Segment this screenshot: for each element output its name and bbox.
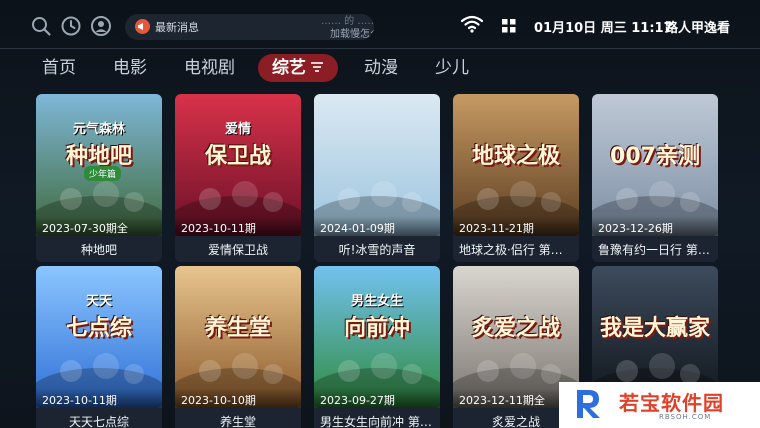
poster-subtitle: 爱情 — [224, 122, 251, 137]
poster-subtitle: 元气森林 — [72, 122, 125, 137]
episode-date: 2024-01-09期 — [314, 216, 440, 236]
datetime: 01月10日 周三 11:17 — [534, 21, 673, 36]
poster-subtitle: 男生女生 — [350, 294, 403, 309]
card-title: 男生女生向前冲 第十八季 — [314, 408, 440, 428]
poster-title-art: 保卫战 — [204, 144, 271, 169]
card-title: 天天七点综 — [36, 408, 162, 428]
tab-movies[interactable]: 电影 — [113, 56, 147, 80]
episode-date: 2023-10-11期 — [175, 216, 301, 236]
tab-kids[interactable]: 少儿 — [435, 56, 469, 80]
content-card[interactable]: 元气森林 种地吧 少年篇 2023-07-30期全 种地吧 — [36, 94, 162, 262]
watermark-text: 若宝软件园 — [619, 391, 724, 415]
news-ticker[interactable]: 最新消息 …… 的 …… 暂停 …… 加载慢怎么办? — [125, 14, 374, 40]
tab-variety-label: 综艺 — [272, 58, 306, 78]
poster-title-art: 向前冲 — [343, 316, 410, 341]
episode-date: 2023-11-21期 — [453, 216, 579, 236]
username[interactable]: 路人甲逸看 — [665, 17, 730, 36]
content-card[interactable]: 养生堂 2023-10-10期 养生堂 — [175, 266, 301, 428]
tab-anime[interactable]: 动漫 — [364, 56, 398, 80]
content-card[interactable]: 地球之极 2023-11-21期 地球之极·侣行 第八季 — [453, 94, 579, 262]
poster-title-art: 我是大赢家 — [599, 316, 710, 341]
tv-home-screen: 最新消息 …… 的 …… 暂停 …… 加载慢怎么办? 01月10日 周三 11:… — [0, 0, 760, 428]
episode-date: 2023-10-10期 — [175, 388, 301, 408]
card-title: 鲁豫有约一日行 第十季 — [592, 236, 718, 262]
poster-image: 地球之极 — [453, 94, 579, 236]
poster-title-art: 七点综 — [65, 316, 132, 341]
grid-icon[interactable] — [502, 18, 516, 37]
poster-image: 元气森林 种地吧 少年篇 — [36, 94, 162, 236]
watermark-sub: RBSOH.COM — [659, 413, 712, 421]
poster-image: 爱情 保卫战 — [175, 94, 301, 236]
card-title: 听!冰雪的声音 — [314, 236, 440, 262]
news-label: 最新消息 — [155, 21, 199, 34]
episode-date: 2023-09-27期 — [314, 388, 440, 408]
news-scroll-text: 加载慢怎么办? — [330, 29, 374, 40]
poster-subtitle: 天天 — [85, 294, 112, 309]
poster-title-art: 养生堂 — [204, 316, 271, 341]
poster-image: 天天 七点综 — [36, 266, 162, 408]
top-bar: 最新消息 …… 的 …… 暂停 …… 加载慢怎么办? 01月10日 周三 11:… — [0, 0, 760, 50]
content-card[interactable]: 天天 七点综 2023-10-11期 天天七点综 — [36, 266, 162, 428]
card-title: 种地吧 — [36, 236, 162, 262]
poster-image: 007亲测 — [592, 94, 718, 236]
episode-date: 2023-10-11期 — [36, 388, 162, 408]
category-tabs: 首页 电影 电视剧 综艺 动漫 少儿 — [0, 52, 760, 86]
wifi-icon — [460, 14, 484, 38]
episode-date: 2023-07-30期全 — [36, 216, 162, 236]
tab-variety[interactable]: 综艺 — [258, 54, 338, 82]
divider — [0, 48, 760, 49]
card-title: 爱情保卫战 — [175, 236, 301, 262]
poster-title-art: 炙爱之战 — [471, 316, 560, 341]
tab-home[interactable]: 首页 — [42, 56, 76, 80]
poster-title-art: 地球之极 — [471, 144, 560, 169]
poster-tag: 少年篇 — [84, 166, 122, 181]
card-title: 地球之极·侣行 第八季 — [453, 236, 579, 262]
episode-date: 2023-12-26期 — [592, 216, 718, 236]
poster-image: 男生女生 向前冲 — [314, 266, 440, 408]
megaphone-icon — [135, 19, 150, 34]
content-card[interactable]: 007亲测 2023-12-26期 鲁豫有约一日行 第十季 — [592, 94, 718, 262]
history-icon[interactable] — [60, 15, 82, 37]
watermark-logo-icon — [577, 390, 600, 418]
content-card[interactable]: 男生女生向前冲2023-09-27期男生女生向前冲 第十八季 — [314, 266, 440, 428]
site-watermark: 若宝软件园 RBSOH.COM — [559, 382, 760, 428]
content-card[interactable]: 爱情 保卫战 2023-10-11期 爱情保卫战 — [175, 94, 301, 262]
card-title: 养生堂 — [175, 408, 301, 428]
tab-tv-series[interactable]: 电视剧 — [184, 56, 235, 80]
user-icon[interactable] — [90, 15, 112, 37]
poster-image — [314, 94, 440, 236]
poster-title-art: 007亲测 — [610, 144, 700, 169]
content-card[interactable]: 2024-01-09期 听!冰雪的声音 — [314, 94, 440, 262]
poster-image: 养生堂 — [175, 266, 301, 408]
search-icon[interactable] — [30, 15, 52, 37]
filter-menu-icon — [310, 54, 324, 82]
